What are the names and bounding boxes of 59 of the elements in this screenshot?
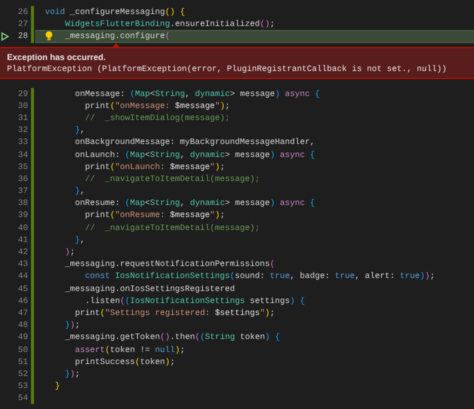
line-number: 32 [17, 124, 29, 136]
exception-title: Exception has occurred. [7, 52, 107, 62]
code-line: onBackgroundMessage: myBackgroundMessageHandler, [74, 136, 316, 148]
line-number: 35 [17, 160, 29, 173]
line-number: 26 [17, 6, 29, 18]
line-number: 36 [17, 172, 29, 186]
line-number: 49 [17, 331, 29, 344]
code-line: ); [64, 246, 76, 258]
code-line: // _navigateToItemDetail(message); [84, 222, 261, 234]
code-line: _messaging.getToken().then((String token) { [64, 331, 281, 344]
code-line: }, [74, 185, 86, 198]
line-number: 45 [17, 282, 29, 295]
code-line: _messaging.requestNotificationPermissions( [64, 258, 276, 270]
code-line: print("onResume: $message"); [84, 209, 226, 222]
code-line: }); [64, 368, 81, 380]
code-line: }, [74, 234, 86, 246]
line-number: 29 [17, 88, 29, 100]
line-number: 50 [17, 344, 29, 356]
line-number: 52 [17, 368, 29, 380]
line-number: 30 [17, 100, 29, 112]
code-line: _messaging.onIosSettingsRegistered [64, 282, 236, 295]
line-number: 41 [17, 234, 29, 246]
code-line: // _navigateToItemDetail(message); [84, 172, 261, 186]
code-line: print("onMessage: $message"); [84, 100, 231, 112]
code-line: onLaunch: (Map<String, dynamic> message) async { [74, 148, 316, 161]
line-number: 34 [17, 148, 29, 161]
line-number: 51 [17, 356, 29, 368]
line-number: 42 [17, 246, 29, 258]
code-line: onMessage: (Map<String, dynamic> message) async { [74, 88, 321, 100]
line-number: 37 [17, 185, 29, 198]
line-number: 40 [17, 222, 29, 234]
code-line: } [54, 380, 61, 392]
code-line: print("onLaunch: $message"); [84, 160, 226, 173]
code-line: void _configureMessaging() { [44, 6, 186, 18]
line-number: 43 [17, 258, 29, 270]
code-line: assert(token != null); [74, 344, 186, 356]
line-number: 53 [17, 380, 29, 392]
line-number: 27 [17, 18, 29, 30]
line-number: 48 [17, 319, 29, 332]
line-number: 46 [17, 294, 29, 307]
code-line: }, [74, 124, 86, 136]
line-number: 31 [17, 112, 29, 124]
line-number: 47 [17, 306, 29, 320]
line-number: 39 [17, 209, 29, 222]
code-line: // _showItemDialog(message); [84, 112, 231, 124]
code-line: .listen((IosNotificationSettings settings) { [84, 294, 306, 307]
line-number: 54 [17, 392, 29, 404]
line-number: 44 [17, 270, 29, 283]
lightbulb-icon[interactable] [45, 31, 53, 42]
code-line: const IosNotificationSettings(sound: true, badge: true, alert: true)); [84, 270, 436, 283]
code-line: WidgetsFlutterBinding.ensureInitialized(); [64, 18, 276, 30]
code-line: print("Settings registered: $settings"); [74, 306, 276, 320]
code-line: printSuccess(token); [74, 356, 176, 368]
code-line: onResume: (Map<String, dynamic> message) async { [74, 197, 316, 210]
line-number: 38 [17, 197, 29, 210]
line-number: 28 [17, 30, 29, 43]
exception-message: PlatformException (PlatformException(error, PluginRegistrantCallback is not set., null)) [7, 64, 448, 74]
code-line: }); [64, 319, 81, 332]
line-number: 33 [17, 136, 29, 149]
